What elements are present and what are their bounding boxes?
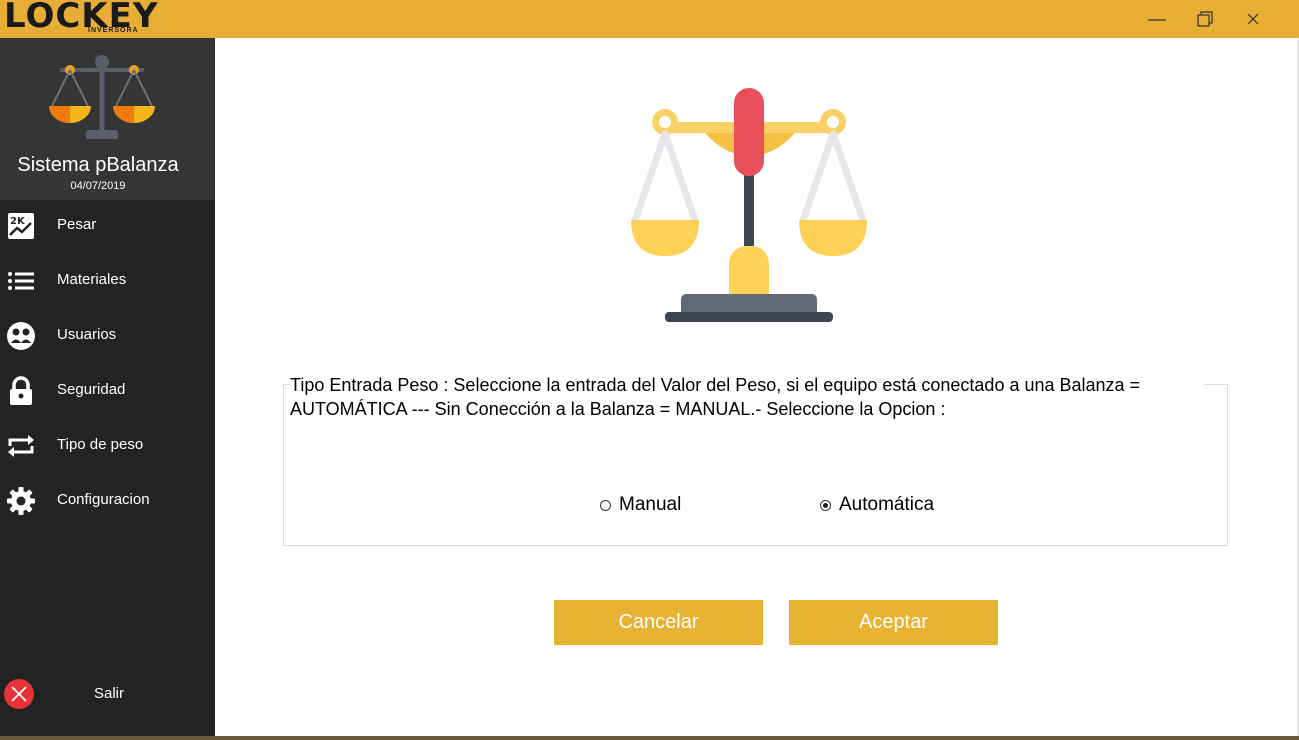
app-name: Sistema pBalanza <box>17 154 179 176</box>
sidebar: Sistema pBalanza 04/07/2019 2K Pesar Mat… <box>0 38 215 740</box>
sidebar-item-configuracion[interactable]: Configuracion <box>0 473 215 528</box>
sidebar-item-label: Materiales <box>57 271 127 288</box>
manual-radio[interactable]: Manual <box>600 493 681 517</box>
sidebar-item-label: Pesar <box>57 216 97 233</box>
svg-text:2K: 2K <box>10 216 26 227</box>
minimize-button[interactable] <box>1134 0 1180 38</box>
sidebar-item-pesar[interactable]: 2K Pesar <box>0 198 215 253</box>
manual-radio-label: Manual <box>619 494 682 515</box>
sidebar-item-tipo-de-peso[interactable]: Tipo de peso <box>0 418 215 473</box>
maximize-icon <box>1197 11 1213 27</box>
sidebar-item-seguridad[interactable]: Seguridad <box>0 363 215 418</box>
sidebar-header: Sistema pBalanza 04/07/2019 <box>0 38 215 200</box>
title-bar: LOCKEY INVERSORA <box>0 0 1299 38</box>
sidebar-item-label: Seguridad <box>57 381 126 398</box>
minimize-icon <box>1148 19 1166 21</box>
sidebar-item-label: Usuarios <box>57 326 117 343</box>
radio-checked-icon <box>820 499 831 511</box>
desktop-edge <box>0 736 1299 740</box>
sidebar-item-materiales[interactable]: Materiales <box>0 253 215 308</box>
groupbox-legend: Tipo Entrada Peso : Seleccione la entrad… <box>290 373 1204 421</box>
maximize-button[interactable] <box>1182 0 1228 38</box>
lockey-logo: LOCKEY INVERSORA <box>2 0 158 38</box>
logo-subtext: INVERSORA <box>88 27 139 34</box>
list-icon <box>8 272 34 290</box>
repeat-icon <box>8 435 34 457</box>
exit-label: Salir <box>94 685 125 702</box>
close-circle-icon <box>4 679 34 709</box>
radio-unchecked-icon <box>600 499 611 511</box>
exit-button[interactable]: Salir <box>0 668 215 718</box>
app-date: 04/07/2019 <box>70 180 126 192</box>
automatica-radio-label: Automática <box>839 494 935 515</box>
close-button[interactable] <box>1230 0 1276 38</box>
sidebar-item-usuarios[interactable]: Usuarios <box>0 308 215 363</box>
sidebar-item-label: Configuracion <box>57 491 150 508</box>
weight-input-groupbox: Tipo Entrada Peso : Seleccione la entrad… <box>283 373 1228 546</box>
automatica-radio[interactable]: Automática <box>820 493 934 517</box>
users-icon <box>7 322 35 350</box>
scale-logo-icon <box>49 55 155 139</box>
close-icon <box>1247 13 1259 25</box>
gear-icon <box>7 487 35 515</box>
balance-scale-icon <box>631 88 867 322</box>
sidebar-item-label: Tipo de peso <box>57 436 144 453</box>
main-panel: Tipo Entrada Peso : Seleccione la entrad… <box>215 38 1299 736</box>
lock-icon <box>10 376 32 405</box>
cancel-button[interactable]: Cancelar <box>554 600 763 645</box>
accept-button[interactable]: Aceptar <box>789 600 998 645</box>
chart-2k-icon: 2K <box>8 213 34 239</box>
